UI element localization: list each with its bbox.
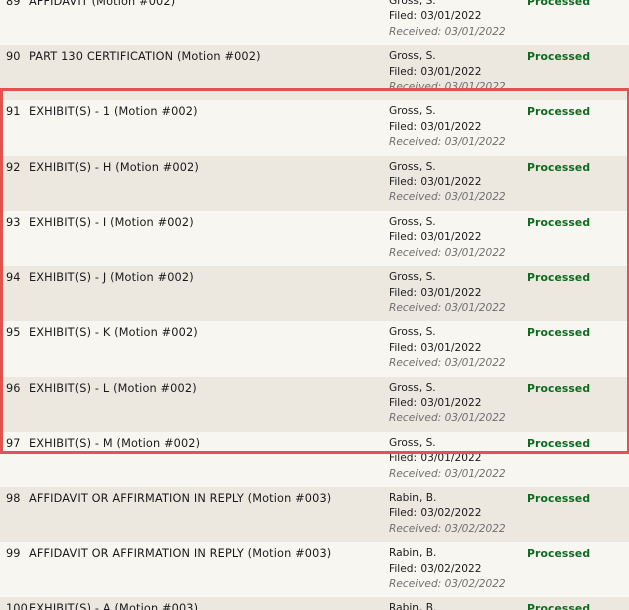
table-row[interactable]: 94 EXHIBIT(S) - J (Motion #002) Gross, S. F… (0, 266, 629, 322)
docket-document-title[interactable]: AFFIDAVIT OR AFFIRMATION IN REPLY (Motio… (29, 491, 389, 507)
received-date: Received: 03/02/2022 (389, 522, 506, 535)
filed-date: Filed: 03/01/2022 (389, 231, 482, 244)
table-row[interactable]: 89 AFFIDAVIT (Motion #002) Gross, S. Filed:… (0, 0, 629, 46)
docket-filer-block: Gross, S. Filed: 03/01/2022 Received: 03/0… (389, 104, 527, 150)
status-badge: Processed (527, 547, 591, 561)
status-badge: Processed (527, 0, 591, 8)
received-date: Received: 03/01/2022 (389, 412, 506, 425)
docket-document-title[interactable]: EXHIBIT(S) - J (Motion #002) (29, 270, 389, 286)
docket-document-title[interactable]: EXHIBIT(S) - A (Motion #003) (29, 601, 389, 610)
docket-sequence-number: 100 (6, 602, 28, 610)
filed-date: Filed: 03/02/2022 (389, 562, 482, 575)
docket-rows-container: 89 AFFIDAVIT (Motion #002) Gross, S. Filed:… (0, 0, 629, 610)
received-date: Received: 03/01/2022 (389, 357, 506, 370)
table-row[interactable]: 90 PART 130 CERTIFICATION (Motion #002) Gr… (0, 45, 629, 101)
filed-date: Filed: 03/01/2022 (389, 120, 482, 133)
docket-filer-block: Gross, S. Filed: 03/01/2022 Received: 03/0… (389, 381, 527, 427)
status-badge: Processed (527, 271, 591, 285)
docket-sequence-number: 93 (6, 215, 21, 229)
docket-sequence-number: 92 (6, 160, 21, 174)
filed-date: Filed: 03/01/2022 (389, 452, 482, 465)
filed-date: Filed: 03/01/2022 (389, 286, 482, 299)
docket-document-title[interactable]: EXHIBIT(S) - H (Motion #002) (29, 160, 389, 176)
docket-document-title[interactable]: EXHIBIT(S) - K (Motion #002) (29, 325, 389, 341)
docket-filer-block: Rabin, B. Filed: 03/02/2022 Received: 03/0… (389, 546, 527, 592)
filer-name: Gross, S. (389, 0, 436, 7)
docket-document-title[interactable]: AFFIDAVIT (Motion #002) (29, 0, 389, 10)
docket-document-title[interactable]: EXHIBIT(S) - M (Motion #002) (29, 436, 389, 452)
received-date: Received: 03/01/2022 (389, 81, 506, 94)
docket-filer-block: Gross, S. Filed: 03/01/2022 Received: 03/0… (389, 436, 527, 482)
docket-document-title[interactable]: AFFIDAVIT OR AFFIRMATION IN REPLY (Motio… (29, 546, 389, 562)
filer-name: Gross, S. (389, 271, 436, 284)
received-date: Received: 03/01/2022 (389, 467, 506, 480)
filed-date: Filed: 03/01/2022 (389, 341, 482, 354)
docket-sequence-number: 90 (6, 50, 21, 64)
table-row[interactable]: 93 EXHIBIT(S) - I (Motion #002) Gross, S. F… (0, 210, 629, 267)
status-badge: Processed (527, 381, 591, 395)
filer-name: Gross, S. (389, 160, 436, 173)
status-badge: Processed (527, 491, 591, 505)
received-date: Received: 03/01/2022 (389, 246, 506, 259)
filer-name: Rabin, B. (389, 602, 437, 610)
received-date: Received: 03/01/2022 (389, 191, 506, 204)
status-badge: Processed (527, 436, 591, 450)
table-row[interactable]: 99 AFFIDAVIT OR AFFIRMATION IN REPLY (Mot… (0, 542, 629, 598)
docket-filer-block: Rabin, B. Filed: 03/02/2022 Received: 03/0… (389, 491, 527, 537)
filer-name: Rabin, B. (389, 491, 437, 504)
docket-sequence-number: 96 (6, 381, 21, 395)
table-row[interactable]: 91 EXHIBIT(S) - 1 (Motion #002) Gross, S. F… (0, 100, 629, 156)
docket-sequence-number: 95 (6, 326, 21, 340)
table-row[interactable]: 97 EXHIBIT(S) - M (Motion #002) Gross, S. F… (0, 431, 629, 487)
docket-filer-block: Gross, S. Filed: 03/01/2022 Received: 03/0… (389, 160, 527, 206)
filed-date: Filed: 03/01/2022 (389, 396, 482, 409)
docket-sequence-number: 94 (6, 271, 21, 285)
filer-name: Rabin, B. (389, 547, 437, 560)
table-row[interactable]: 95 EXHIBIT(S) - K (Motion #002) Gross, S. F… (0, 321, 629, 377)
status-badge: Processed (527, 602, 591, 610)
docket-document-title[interactable]: EXHIBIT(S) - L (Motion #002) (29, 381, 389, 397)
table-row[interactable]: 98 AFFIDAVIT OR AFFIRMATION IN REPLY (Mot… (0, 486, 629, 543)
status-badge: Processed (527, 160, 591, 174)
filer-name: Gross, S. (389, 326, 436, 339)
docket-filer-block: Gross, S. Filed: 03/01/2022 Received: 03/0… (389, 325, 527, 371)
docket-filer-block: Gross, S. Filed: 03/01/2022 Received: 03/0… (389, 49, 527, 95)
docket-document-title[interactable]: EXHIBIT(S) - I (Motion #002) (29, 215, 389, 231)
table-row[interactable]: 96 EXHIBIT(S) - L (Motion #002) Gross, S. F… (0, 376, 629, 432)
filer-name: Gross, S. (389, 436, 436, 449)
received-date: Received: 03/02/2022 (389, 578, 506, 590)
status-badge: Processed (527, 50, 591, 64)
filer-name: Gross, S. (389, 50, 436, 63)
table-row[interactable]: 92 EXHIBIT(S) - H (Motion #002) Gross, S. F… (0, 155, 629, 211)
filed-date: Filed: 03/01/2022 (389, 65, 482, 78)
docket-sequence-number: 98 (6, 491, 21, 505)
filed-date: Filed: 03/01/2022 (389, 176, 482, 189)
status-badge: Processed (527, 105, 591, 119)
docket-filer-block: Gross, S. Filed: 03/01/2022 Received: 03/0… (389, 0, 527, 40)
docket-filer-block: Rabin, B.Filed: 03/02/2022Received: 03/0… (389, 601, 527, 610)
docket-filer-block: Gross, S. Filed: 03/01/2022 Received: 03/0… (389, 215, 527, 261)
docket-filer-block: Gross, S. Filed: 03/01/2022 Received: 03/0… (389, 270, 527, 316)
received-date: Received: 03/01/2022 (389, 301, 506, 314)
docket-sequence-number: 99 (6, 547, 21, 561)
docket-document-title[interactable]: PART 130 CERTIFICATION (Motion #002) (29, 49, 389, 65)
filer-name: Gross, S. (389, 381, 436, 394)
docket-sequence-number: 97 (6, 436, 21, 450)
filed-date: Filed: 03/02/2022 (389, 507, 482, 520)
filed-date: Filed: 03/01/2022 (389, 10, 482, 23)
filer-name: Gross, S. (389, 215, 436, 228)
received-date: Received: 03/01/2022 (389, 25, 506, 38)
docket-document-title[interactable]: EXHIBIT(S) - 1 (Motion #002) (29, 104, 389, 120)
table-row[interactable]: 100 EXHIBIT(S) - A (Motion #003) Rabin, B.… (0, 597, 629, 610)
received-date: Received: 03/01/2022 (389, 136, 506, 149)
docket-sequence-number: 91 (6, 105, 21, 119)
status-badge: Processed (527, 326, 591, 340)
filer-name: Gross, S. (389, 105, 436, 118)
status-badge: Processed (527, 215, 591, 229)
docket-sequence-number: 89 (6, 0, 21, 8)
docket-entries-table: 89 AFFIDAVIT (Motion #002) Gross, S. Filed:… (0, 0, 629, 610)
